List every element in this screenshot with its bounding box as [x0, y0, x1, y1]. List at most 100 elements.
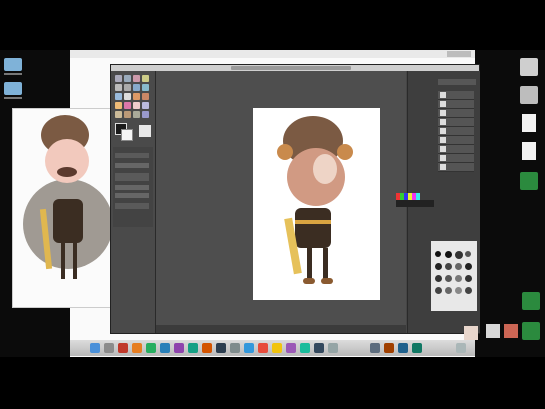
ellipse-select-tool-icon[interactable] [124, 75, 131, 82]
background-color-swatch[interactable] [121, 129, 133, 141]
aspect-slider[interactable] [115, 193, 149, 198]
layer-row[interactable] [438, 154, 474, 163]
brush-thumb[interactable] [455, 263, 462, 270]
brush-thumb[interactable] [465, 275, 472, 282]
brush-thumb[interactable] [445, 287, 452, 294]
desktop-folder-2[interactable] [4, 82, 22, 99]
desktop-thumbnail[interactable] [486, 324, 500, 338]
app-icon[interactable] [216, 343, 226, 353]
dynamics-selector[interactable] [115, 203, 149, 209]
finder-icon[interactable] [90, 343, 100, 353]
image-canvas-area[interactable] [156, 71, 406, 325]
app-icon[interactable] [328, 343, 338, 353]
layer-row[interactable] [438, 127, 474, 136]
app-icon[interactable] [104, 343, 114, 353]
app-icon[interactable] [398, 343, 408, 353]
app-icon[interactable] [132, 343, 142, 353]
move-tool-icon[interactable] [115, 84, 122, 91]
character-stripe [295, 220, 331, 224]
brush-thumb[interactable] [445, 251, 452, 258]
folder-icon [4, 82, 22, 95]
gimp-window[interactable] [110, 64, 480, 334]
smudge-tool-icon[interactable] [124, 111, 131, 118]
image-canvas[interactable] [253, 108, 380, 300]
dodge-tool-icon[interactable] [133, 111, 140, 118]
crop-tool-icon[interactable] [124, 84, 131, 91]
toolbox-panel [111, 71, 156, 333]
desktop-folder-1[interactable] [4, 58, 22, 75]
app-icon[interactable] [286, 343, 296, 353]
size-slider[interactable] [115, 185, 149, 190]
rect-select-tool-icon[interactable] [115, 75, 122, 82]
brush-thumb[interactable] [435, 275, 442, 282]
layer-row[interactable] [438, 136, 474, 145]
character-body [53, 199, 83, 243]
scale-tool-icon[interactable] [142, 84, 149, 91]
brush-tool-icon[interactable] [124, 102, 131, 109]
reference-image-window[interactable] [12, 108, 114, 308]
gradient-tool-icon[interactable] [142, 93, 149, 100]
app-icon[interactable] [258, 343, 268, 353]
character-body [295, 208, 331, 248]
text-tool-icon[interactable] [124, 93, 131, 100]
layer-row[interactable] [438, 145, 474, 154]
brush-selector[interactable] [115, 173, 149, 181]
path-tool-icon[interactable] [142, 111, 149, 118]
clone-tool-icon[interactable] [115, 111, 122, 118]
lasso-tool-icon[interactable] [133, 75, 140, 82]
brush-thumb[interactable] [435, 287, 442, 294]
character-ear-left [277, 144, 293, 160]
app-icon[interactable] [370, 343, 380, 353]
character-highlight [313, 154, 337, 184]
rotate-tool-icon[interactable] [133, 84, 140, 91]
app-icon[interactable] [244, 343, 254, 353]
layer-row[interactable] [438, 91, 474, 100]
layer-row[interactable] [438, 163, 474, 172]
brushes-panel[interactable] [431, 241, 477, 311]
app-icon[interactable] [174, 343, 184, 353]
brush-thumb[interactable] [435, 263, 442, 270]
opacity-slider[interactable] [115, 163, 149, 168]
status-bar [156, 325, 406, 333]
screen [0, 0, 545, 409]
brush-thumb[interactable] [465, 251, 471, 257]
app-icon[interactable] [272, 343, 282, 353]
app-icon[interactable] [146, 343, 156, 353]
trash-icon[interactable] [456, 343, 466, 353]
spreadsheet-icon [522, 292, 540, 310]
fuzzy-select-tool-icon[interactable] [142, 75, 149, 82]
brush-thumb[interactable] [465, 287, 472, 294]
app-icon[interactable] [118, 343, 128, 353]
eraser-tool-icon[interactable] [133, 102, 140, 109]
desktop-thumbnail[interactable] [464, 326, 478, 340]
flip-tool-icon[interactable] [115, 93, 122, 100]
layer-row[interactable] [438, 109, 474, 118]
character-legs-2 [73, 243, 77, 279]
drive-icon [520, 58, 538, 76]
app-icon[interactable] [202, 343, 212, 353]
brush-thumb[interactable] [465, 263, 472, 270]
desktop-thumbnail[interactable] [504, 324, 518, 338]
brush-thumb[interactable] [455, 275, 462, 282]
layer-row[interactable] [438, 100, 474, 109]
brush-thumb[interactable] [435, 251, 441, 257]
app-icon[interactable] [412, 343, 422, 353]
brush-thumb[interactable] [455, 287, 462, 294]
pencil-tool-icon[interactable] [115, 102, 122, 109]
app-icon[interactable] [188, 343, 198, 353]
spreadsheet-icon [520, 172, 538, 190]
color-palette[interactable] [396, 193, 434, 207]
app-icon[interactable] [160, 343, 170, 353]
app-icon[interactable] [384, 343, 394, 353]
brush-thumb[interactable] [445, 263, 452, 270]
app-icon[interactable] [230, 343, 240, 353]
airbrush-tool-icon[interactable] [142, 102, 149, 109]
mode-dropdown[interactable] [115, 153, 149, 158]
bucket-tool-icon[interactable] [133, 93, 140, 100]
brush-thumb[interactable] [445, 275, 452, 282]
app-icon[interactable] [314, 343, 324, 353]
brush-thumb[interactable] [455, 251, 463, 259]
brush-preview-icon[interactable] [139, 125, 151, 137]
app-icon[interactable] [300, 343, 310, 353]
layer-row[interactable] [438, 118, 474, 127]
